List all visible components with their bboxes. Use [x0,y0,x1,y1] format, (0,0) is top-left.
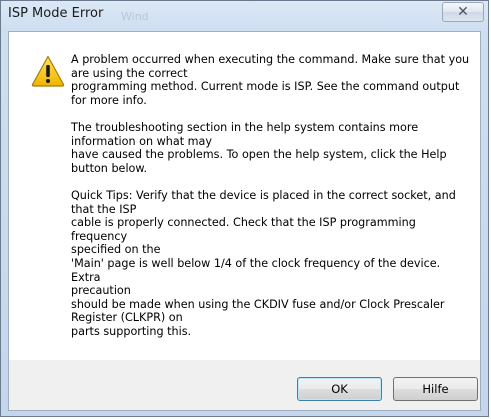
dialog-window: ISP Mode Error Wind ✕ A problem occurred… [0,0,489,417]
close-icon: ✕ [457,4,469,20]
message-line: specified on the [71,243,161,257]
message-panel: A problem occurred when executing the co… [9,32,480,360]
message-line: precaution [71,284,131,298]
message-line: A problem occurred when executing the co… [71,53,470,66]
message-line: button below. [71,161,148,175]
title-bar[interactable]: ISP Mode Error Wind ✕ [1,1,490,31]
warning-icon [31,55,65,87]
message-line: that the ISP [71,202,137,216]
message-line: are using the correct [71,66,188,80]
message-line: information on what may [71,134,213,148]
message-line: have caused the problems. To open the he… [71,148,447,162]
message-line: for more info. [71,93,147,107]
message-line: Quick Tips: Verify that the device is pl… [71,188,456,202]
help-button[interactable]: Hilfe [393,377,478,401]
message-line: Register (CLKPR) on [71,311,183,325]
ok-button[interactable]: OK [297,377,382,401]
error-message: A problem occurred when executing the co… [71,53,471,338]
message-line: should be made when using the CKDIV fuse… [71,297,445,311]
message-line: 'Main' page is well below 1/4 of the clo… [71,256,441,284]
background-window-text: Wind [121,10,149,23]
dialog-content: A problem occurred when executing the co… [8,31,481,411]
message-line: programming method. Current mode is ISP.… [71,80,460,94]
message-line: cable is properly connected. Check that … [71,216,416,243]
window-title: ISP Mode Error [8,6,104,21]
message-line: The troubleshooting section in the help … [71,120,419,134]
close-button[interactable]: ✕ [442,2,484,22]
message-line: parts supporting this. [71,324,192,338]
